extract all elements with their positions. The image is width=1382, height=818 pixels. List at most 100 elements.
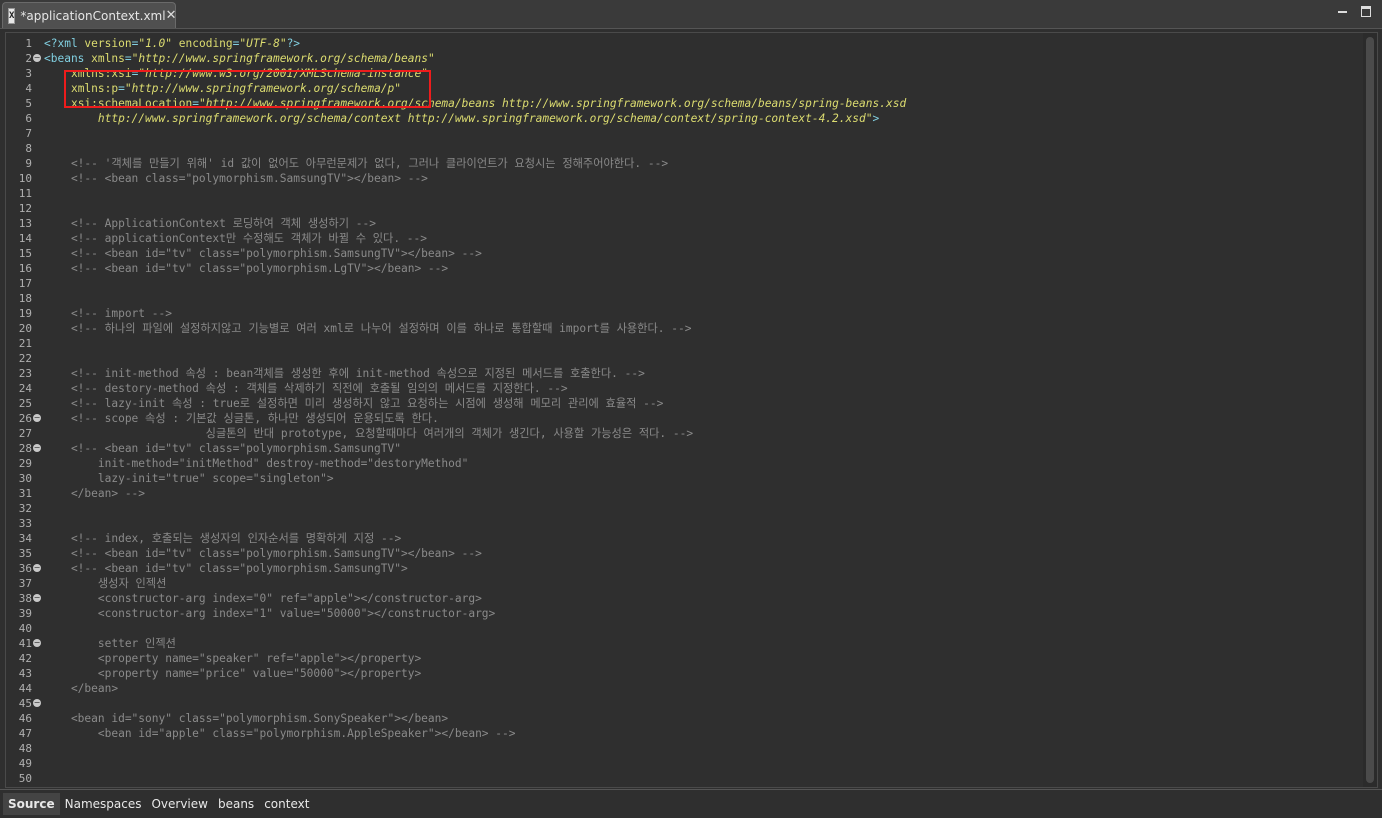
code-line[interactable]: </bean> --> [44, 486, 145, 501]
code-line[interactable]: <!-- <bean class="polymorphism.SamsungTV… [44, 171, 428, 186]
code-line[interactable]: <property name="speaker" ref="apple"></p… [44, 651, 421, 666]
code-line[interactable]: xmlns:p="http://www.springframework.org/… [44, 81, 401, 96]
code-token: </bean> [44, 682, 119, 695]
fold-toggle-icon[interactable]: − [33, 639, 41, 647]
code-token: version [84, 37, 132, 50]
fold-toggle-icon[interactable]: − [33, 594, 41, 602]
line-number-gutter: 1 2−3 4 5 6 7 8 9 10 11 12 13 14 15 16 17 18 19 20 21 22 23 24… [6, 33, 44, 787]
xml-file-icon: X [8, 7, 16, 24]
line-number: 26 [18, 412, 32, 425]
code-line[interactable]: <constructor-arg index="0" ref="apple"><… [44, 591, 482, 606]
code-token: "http://www.springframework.org/schema/p… [124, 82, 402, 95]
minimize-icon[interactable] [1336, 5, 1348, 17]
fold-toggle-icon[interactable]: − [33, 699, 41, 707]
code-line[interactable]: xsi:schemaLocation="http://www.springfra… [44, 96, 906, 111]
code-token: "1.0" [138, 37, 173, 50]
code-line[interactable]: <property name="price" value="50000"></p… [44, 666, 421, 681]
line-number: 27 [18, 427, 32, 440]
code-token: <!-- <bean class="polymorphism.SamsungTV… [44, 172, 428, 185]
fold-toggle-icon[interactable]: − [33, 414, 41, 422]
code-token: </bean> --> [44, 487, 146, 500]
code-line[interactable]: <beans xmlns="http://www.springframework… [44, 51, 435, 66]
tab-beans[interactable]: beans [213, 793, 259, 815]
maximize-icon[interactable] [1360, 5, 1372, 17]
tab-overview[interactable]: Overview [146, 793, 213, 815]
code-line[interactable]: init-method="initMethod" destroy-method=… [44, 456, 468, 471]
code-area[interactable]: <?xml version="1.0" encoding="UTF-8"?> <b… [44, 33, 1361, 787]
code-line[interactable]: http://www.springframework.org/schema/co… [44, 111, 879, 126]
code-line[interactable]: <!-- '객체를 만들기 위해' id 값이 없어도 아무런문제가 없다, 그… [44, 156, 668, 171]
code-token: <property name="price" value="50000"></p… [44, 667, 422, 680]
close-icon[interactable]: ✕ [166, 8, 177, 23]
line-number: 29 [18, 457, 32, 470]
code-line[interactable]: <!-- <bean id="tv" class="polymorphism.S… [44, 246, 482, 261]
code-line[interactable]: <!-- <bean id="tv" class="polymorphism.S… [44, 561, 408, 576]
code-token: <constructor-arg index="0" ref="apple"><… [44, 592, 482, 605]
code-line[interactable]: <constructor-arg index="1" value="50000"… [44, 606, 495, 621]
code-token: xmlns:xsi [70, 67, 132, 80]
vertical-scrollbar[interactable] [1363, 33, 1377, 787]
code-line[interactable]: <!-- lazy-init 속성 : true로 설정하면 미리 생성하지 않… [44, 396, 663, 411]
code-token: "http://www.w3.org/2001/XMLSchema-instan… [138, 67, 428, 80]
code-line[interactable]: lazy-init="true" scope="singleton"> [44, 471, 334, 486]
code-line[interactable]: <!-- <bean id="tv" class="polymorphism.S… [44, 441, 401, 456]
code-token: <bean id="apple" class="polymorphism.App… [44, 727, 516, 740]
line-number: 47 [18, 727, 32, 740]
line-number: 19 [18, 307, 32, 320]
code-line[interactable]: <!-- ApplicationContext 로딩하여 객체 생성하기 --> [44, 216, 376, 231]
line-number: 20 [18, 322, 32, 335]
line-number: 33 [18, 517, 32, 530]
tab-source[interactable]: Source [3, 793, 60, 815]
line-number: 6 [25, 112, 32, 125]
code-line[interactable]: xmlns:xsi="http://www.w3.org/2001/XMLSch… [44, 66, 428, 81]
code-token: ?> [286, 37, 301, 50]
window-controls [1336, 5, 1372, 17]
code-token: <!-- '객체를 만들기 위해' id 값이 없어도 아무런문제가 없다, 그… [44, 157, 669, 170]
line-number: 3 [25, 67, 32, 80]
code-line[interactable]: 싱글톤의 반대 prototype, 요청할때마다 여러개의 객체가 생긴다, … [44, 426, 693, 441]
line-number: 31 [18, 487, 32, 500]
line-number: 45 [18, 697, 32, 710]
code-line[interactable]: <!-- init-method 속성 : bean객체를 생성한 후에 ini… [44, 366, 645, 381]
tab-context[interactable]: context [259, 793, 314, 815]
fold-toggle-icon[interactable]: − [33, 444, 41, 452]
code-line[interactable]: <!-- 하나의 파일에 설정하지않고 기능별로 여러 xml로 나누어 설정하… [44, 321, 692, 336]
code-line[interactable]: <!-- destory-method 속성 : 객체를 삭제하기 직전에 호출… [44, 381, 568, 396]
code-editor[interactable]: 1 2−3 4 5 6 7 8 9 10 11 12 13 14 15 16 17 18 19 20 21 22 23 24… [5, 32, 1378, 788]
code-token: <!-- init-method 속성 : bean객체를 생성한 후에 ini… [44, 367, 645, 380]
code-token: = [192, 97, 199, 110]
line-number: 44 [18, 682, 32, 695]
fold-toggle-icon[interactable]: − [33, 54, 41, 62]
line-number: 48 [18, 742, 32, 755]
code-line[interactable]: <!-- import --> [44, 306, 172, 321]
code-token: <!-- 하나의 파일에 설정하지않고 기능별로 여러 xml로 나누어 설정하… [44, 322, 692, 335]
code-line[interactable]: </bean> [44, 681, 118, 696]
scrollbar-thumb[interactable] [1366, 37, 1374, 783]
code-line[interactable]: <bean id="apple" class="polymorphism.App… [44, 726, 516, 741]
code-line[interactable]: <?xml version="1.0" encoding="UTF-8"?> [44, 36, 300, 51]
fold-toggle-icon[interactable]: − [33, 564, 41, 572]
line-number: 36 [18, 562, 32, 575]
code-line[interactable]: <!-- applicationContext만 수정해도 객체가 바뀔 수 있… [44, 231, 427, 246]
line-number: 14 [18, 232, 32, 245]
code-line[interactable]: 생성자 인젝션 [44, 576, 167, 591]
line-number: 9 [25, 157, 32, 170]
code-line[interactable]: <!-- index, 호출되는 생성자의 인자순서를 명확하게 지정 --> [44, 531, 401, 546]
editor-bottom-tabs: Source Namespaces Overview beans context [0, 789, 1382, 818]
code-line[interactable]: <!-- scope 속성 : 기본값 싱글톤, 하나만 생성되어 운용되도록 … [44, 411, 439, 426]
code-line[interactable]: setter 인젝션 [44, 636, 176, 651]
line-number: 1 [25, 37, 32, 50]
editor-tab[interactable]: X *applicationContext.xml ✕ [2, 2, 176, 28]
code-line[interactable]: <bean id="sony" class="polymorphism.Sony… [44, 711, 448, 726]
code-token: "UTF-8" [239, 37, 287, 50]
code-token: <!-- <bean id="tv" class="polymorphism.S… [44, 562, 408, 575]
tab-namespaces[interactable]: Namespaces [60, 793, 147, 815]
code-token: <!-- lazy-init 속성 : true로 설정하면 미리 생성하지 않… [44, 397, 664, 410]
code-token: <beans [44, 52, 92, 65]
code-token: <!-- <bean id="tv" class="polymorphism.S… [44, 547, 482, 560]
code-line[interactable]: <!-- <bean id="tv" class="polymorphism.L… [44, 261, 448, 276]
code-line[interactable]: <!-- <bean id="tv" class="polymorphism.S… [44, 546, 482, 561]
line-number: 8 [25, 142, 32, 155]
